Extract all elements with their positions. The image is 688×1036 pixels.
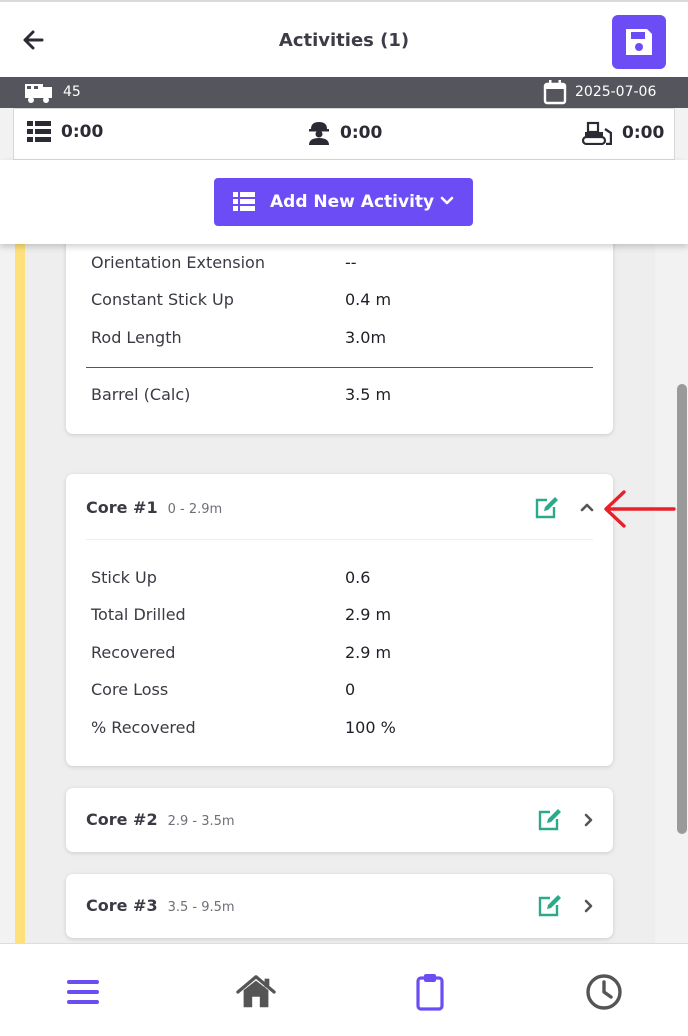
chevron-right-icon[interactable] xyxy=(581,812,595,828)
core-title: Core #3 xyxy=(86,896,158,915)
core-title: Core #2 xyxy=(86,810,158,829)
drilling-hours-value: 0:00 xyxy=(61,122,104,142)
row-label: Total Drilled xyxy=(91,605,186,624)
equipment-hours-value: 0:00 xyxy=(622,123,665,143)
bulldozer-icon xyxy=(581,121,612,145)
row-value: 3.5 m xyxy=(345,385,392,404)
row-value: 0.4 m xyxy=(345,290,392,309)
core-range: 2.9 - 3.5m xyxy=(167,814,235,829)
summary-row: Constant Stick Up 0.4 m xyxy=(91,290,391,309)
calendar-icon xyxy=(543,80,567,105)
core-row: Core Loss 0 xyxy=(91,680,355,699)
row-value: 0 xyxy=(345,680,356,699)
annotation-arrow-icon xyxy=(604,490,676,528)
nav-home[interactable] xyxy=(236,972,276,1012)
chevron-right-icon[interactable] xyxy=(581,898,595,914)
divider xyxy=(86,367,593,368)
row-value: 100 % xyxy=(345,718,396,737)
core-range: 3.5 - 9.5m xyxy=(167,900,235,915)
table-list-icon xyxy=(27,121,51,142)
app-header: Activities (1) xyxy=(0,0,688,78)
row-value: 3.0m xyxy=(345,328,387,347)
drill-rig-icon xyxy=(25,84,52,103)
nav-menu[interactable] xyxy=(63,972,103,1012)
page-title: Activities (1) xyxy=(278,30,410,51)
clock-icon xyxy=(586,974,622,1010)
edit-icon[interactable] xyxy=(537,894,563,918)
rig-number: 45 xyxy=(63,84,81,100)
floppy-disk-icon xyxy=(626,29,652,55)
clipboard-icon xyxy=(416,974,444,1011)
barrel-summary-card: Orientation Extension -- Constant Stick … xyxy=(66,244,613,434)
core-title: Core #1 xyxy=(86,498,158,517)
edit-icon[interactable] xyxy=(534,496,560,520)
bottom-navigation xyxy=(0,943,688,1036)
row-label: Constant Stick Up xyxy=(91,290,234,309)
row-label: Rod Length xyxy=(91,328,182,347)
nav-history[interactable] xyxy=(584,972,624,1012)
core-card: Core #1 0 - 2.9m Stick Up 0.6 Total Drill… xyxy=(66,474,613,766)
chevron-down-icon xyxy=(440,196,454,205)
chevron-up-icon[interactable] xyxy=(579,500,595,514)
info-bar: 45 2025-07-06 xyxy=(0,77,688,108)
core-range: 0 - 2.9m xyxy=(167,502,223,517)
crew-hours-value: 0:00 xyxy=(340,123,383,143)
add-activity-bar: Add New Activity xyxy=(0,160,688,244)
drilling-hours: 0:00 xyxy=(27,121,103,143)
core-card[interactable]: Core #2 2.9 - 3.5m xyxy=(66,788,613,852)
equipment-hours: 0:00 xyxy=(580,121,664,145)
home-icon xyxy=(236,975,276,1008)
row-value: 2.9 m xyxy=(345,605,392,624)
edit-icon[interactable] xyxy=(537,808,563,832)
row-value: 2.9 m xyxy=(345,643,392,662)
row-label: % Recovered xyxy=(91,718,196,737)
row-label: Barrel (Calc) xyxy=(91,385,191,404)
core-header[interactable]: Core #2 2.9 - 3.5m xyxy=(86,810,235,829)
row-label: Stick Up xyxy=(91,568,157,587)
row-label: Recovered xyxy=(91,643,176,662)
activity-content[interactable]: Orientation Extension -- Constant Stick … xyxy=(0,244,688,943)
nav-activities[interactable] xyxy=(410,972,450,1012)
core-row: Total Drilled 2.9 m xyxy=(91,605,391,624)
row-label: Core Loss xyxy=(91,680,169,699)
core-header[interactable]: Core #1 0 - 2.9m xyxy=(86,498,222,517)
core-row: % Recovered 100 % xyxy=(91,718,396,737)
row-value: -- xyxy=(345,253,357,272)
save-button[interactable] xyxy=(612,15,666,69)
core-row: Stick Up 0.6 xyxy=(91,568,370,587)
row-value: 0.6 xyxy=(345,568,371,587)
scrollbar[interactable] xyxy=(677,384,687,834)
activity-highlight-bar xyxy=(15,244,25,943)
add-new-activity-button[interactable]: Add New Activity xyxy=(214,178,473,226)
core-header[interactable]: Core #3 3.5 - 9.5m xyxy=(86,896,235,915)
row-label: Orientation Extension xyxy=(91,253,265,272)
menu-icon xyxy=(67,980,99,1004)
summary-row: Rod Length 3.0m xyxy=(91,328,386,347)
hours-summary: 0:00 0:00 0:00 xyxy=(13,108,675,160)
crew-hours: 0:00 xyxy=(308,121,382,145)
core-card[interactable]: Core #3 3.5 - 9.5m xyxy=(66,874,613,938)
list-icon xyxy=(233,192,255,211)
summary-row: Orientation Extension -- xyxy=(91,253,357,272)
core-row: Recovered 2.9 m xyxy=(91,643,391,662)
divider xyxy=(86,539,593,540)
summary-total-row: Barrel (Calc) 3.5 m xyxy=(91,385,391,404)
add-new-activity-label: Add New Activity xyxy=(270,192,435,212)
shift-date: 2025-07-06 xyxy=(575,84,657,100)
hard-hat-worker-icon xyxy=(309,122,329,145)
